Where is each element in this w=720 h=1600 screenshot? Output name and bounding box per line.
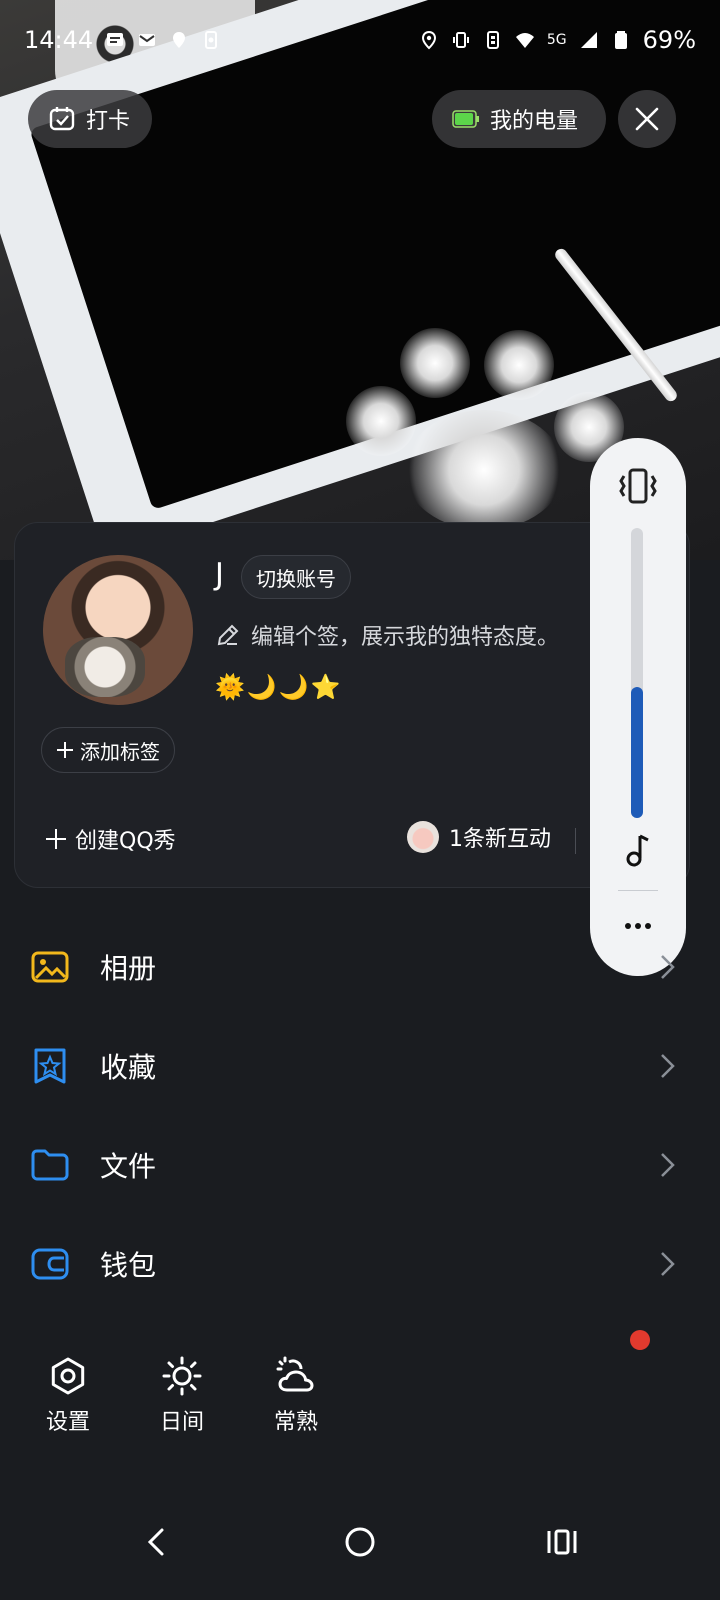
menu-item-favorites[interactable]: 收藏 (0, 1017, 720, 1115)
menu-label: 钱包 (100, 1249, 157, 1282)
status-bar: 14:44 5G 69% (24, 22, 696, 58)
battery-icon (611, 30, 631, 50)
interaction-avatar-icon (407, 821, 439, 853)
chevron-right-icon (656, 1249, 678, 1279)
album-icon (30, 947, 70, 987)
weather-label: 常熟 (273, 1410, 318, 1435)
switch-account-button[interactable]: 切换账号 (241, 555, 351, 599)
my-battery-button[interactable]: 我的电量 (432, 90, 606, 148)
vibrate-icon (451, 30, 471, 50)
close-icon (634, 106, 660, 132)
menu-label: 文件 (100, 1150, 157, 1183)
network-type-label: 5G (546, 32, 567, 48)
add-tag-label: 添加标签 (80, 739, 160, 764)
notification-dot (630, 1330, 650, 1350)
menu-label: 收藏 (100, 1051, 157, 1084)
paw-print-pad (404, 410, 564, 530)
checkin-label: 打卡 (86, 109, 131, 134)
home-button[interactable] (330, 1512, 390, 1572)
folder-icon (30, 1145, 70, 1185)
recents-button[interactable] (532, 1512, 592, 1572)
chevron-right-icon (656, 1051, 678, 1081)
volume-panel (590, 438, 686, 976)
chevron-right-icon (656, 952, 678, 982)
settings-button[interactable]: 设置 (28, 1356, 108, 1446)
recents-icon (545, 1527, 579, 1557)
username: J (215, 557, 224, 592)
level-badges[interactable]: 🌞🌙🌙⭐ (215, 673, 343, 701)
signature-text: 编辑个签，展示我的独特态度。 (251, 625, 560, 650)
close-button[interactable] (618, 90, 676, 148)
message-icon (105, 30, 125, 50)
location-shield-icon (169, 30, 189, 50)
paw-print-toe (400, 328, 470, 398)
plus-icon (45, 828, 67, 850)
home-icon (343, 1525, 377, 1559)
menu-item-album[interactable]: 相册 (0, 918, 720, 1016)
screen-record-icon (201, 30, 221, 50)
my-battery-label: 我的电量 (490, 109, 579, 134)
status-time: 14:44 (24, 26, 94, 54)
new-interaction-button[interactable]: 1条新互动 (407, 821, 551, 853)
signature-row[interactable]: 编辑个签，展示我的独特态度。 (215, 619, 559, 651)
create-qqshow-label: 创建QQ秀 (75, 829, 176, 854)
favorites-icon (30, 1046, 70, 1086)
weather-button[interactable]: 常熟 (256, 1356, 336, 1446)
battery-level-icon (452, 110, 480, 128)
checkin-button[interactable]: 打卡 (28, 90, 152, 148)
plus-icon (56, 741, 74, 759)
wifi-icon (515, 30, 535, 50)
volume-divider (618, 890, 658, 891)
sun-icon (162, 1356, 202, 1396)
gear-icon (48, 1356, 88, 1396)
system-nav-bar (0, 1490, 720, 1600)
pencil-icon (215, 622, 241, 648)
location-icon (419, 30, 439, 50)
avatar-cat (65, 637, 145, 697)
wallet-icon (30, 1244, 70, 1284)
volume-slider-fill[interactable] (631, 687, 643, 818)
partly-cloudy-icon (276, 1356, 316, 1396)
hd-signal-icon (483, 30, 503, 50)
settings-label: 设置 (45, 1410, 90, 1435)
add-tag-button[interactable]: 添加标签 (41, 727, 175, 773)
calendar-check-icon (48, 105, 76, 133)
vibrate-mode-button[interactable] (616, 464, 660, 508)
menu-item-wallet[interactable]: 钱包 (0, 1215, 720, 1313)
interaction-label: 1条新互动 (449, 827, 551, 852)
music-note-icon (620, 832, 656, 868)
paw-print-toe (346, 386, 416, 456)
paw-print-toe (484, 330, 554, 400)
day-mode-label: 日间 (159, 1410, 204, 1435)
cell-signal-icon (579, 30, 599, 50)
back-icon (144, 1526, 168, 1558)
battery-percent: 69% (642, 26, 696, 54)
profile-card: J 切换账号 编辑个签，展示我的独特态度。 🌞🌙🌙⭐ 添加标签 创建QQ秀 1条… (14, 522, 690, 888)
mail-icon (137, 30, 157, 50)
chevron-right-icon (656, 1150, 678, 1180)
menu-item-files[interactable]: 文件 (0, 1116, 720, 1214)
menu-label: 相册 (100, 952, 157, 985)
create-qqshow-button[interactable]: 创建QQ秀 (45, 823, 176, 855)
avatar[interactable] (43, 555, 193, 705)
day-mode-button[interactable]: 日间 (142, 1356, 222, 1446)
back-button[interactable] (126, 1512, 186, 1572)
divider (575, 828, 576, 854)
